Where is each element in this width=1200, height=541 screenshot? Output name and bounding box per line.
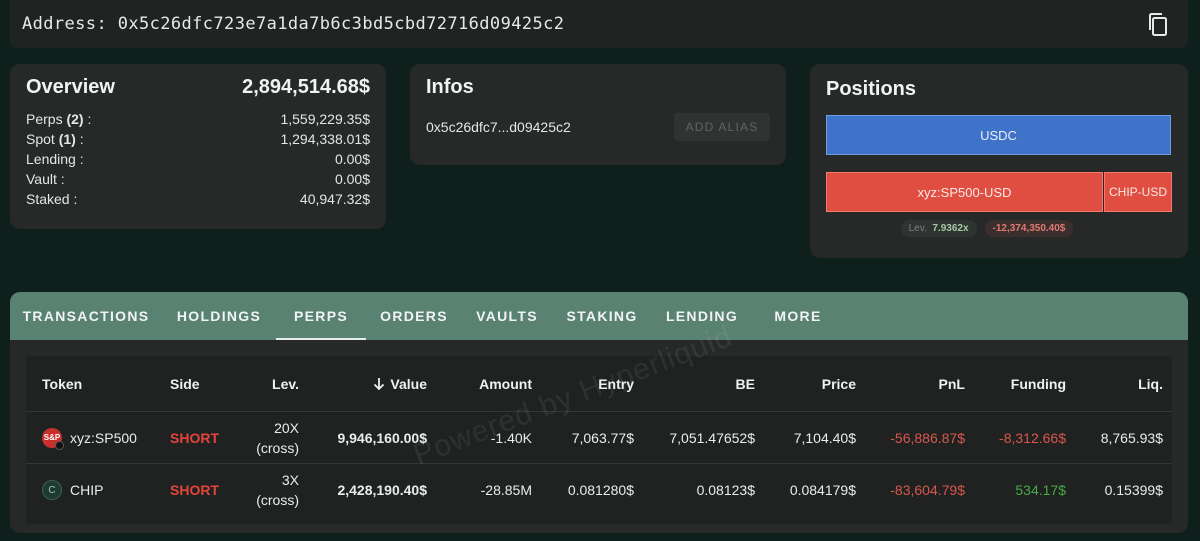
- positions-card: Positions USDC xyz:SP500-USD CHIP-USD Le…: [810, 64, 1188, 258]
- overview-row-perps: Perps (2) : 1,559,229.35$: [26, 111, 370, 127]
- add-alias-button[interactable]: ADD ALIAS: [674, 113, 770, 141]
- header-side[interactable]: Side: [170, 376, 200, 392]
- pnl-badge: -12,374,350.40$: [984, 220, 1074, 237]
- chip-token-icon: C: [42, 480, 62, 500]
- token-cell: C CHIP: [42, 480, 103, 500]
- funding-cell: -8,312.66$: [999, 429, 1066, 446]
- side-cell: SHORT: [170, 482, 219, 498]
- position-sp500-bar[interactable]: xyz:SP500-USD: [826, 172, 1103, 212]
- tab-more[interactable]: MORE: [752, 292, 844, 340]
- short-address: 0x5c26dfc7...d09425c2: [426, 119, 571, 135]
- token-cell: S&P xyz:SP500: [42, 427, 137, 450]
- position-usdc-bar[interactable]: USDC: [826, 115, 1171, 155]
- amount-cell: -1.40K: [490, 429, 532, 446]
- sp500-token-icon: S&P: [42, 427, 64, 450]
- tab-staking[interactable]: STAKING: [552, 292, 652, 340]
- tab-orders[interactable]: ORDERS: [366, 292, 462, 340]
- header-liq[interactable]: Liq.: [1138, 376, 1163, 392]
- tab-bar: TRANSACTIONS HOLDINGS PERPS ORDERS VAULT…: [10, 292, 1188, 340]
- infos-title: Infos: [426, 76, 474, 98]
- header-value[interactable]: Value: [372, 376, 427, 392]
- entry-cell: 7,063.77$: [571, 429, 634, 446]
- overview-value: 0.00$: [334, 151, 370, 167]
- sort-down-icon: [374, 377, 385, 390]
- token-name[interactable]: CHIP: [70, 482, 103, 498]
- address-bar: Address: 0x5c26dfc723e7a1da7b6c3bd5cbd72…: [10, 0, 1188, 48]
- leverage-badge: Lev. 7.9362x: [900, 220, 977, 237]
- pnl-cell: -56,886.87$: [890, 429, 965, 446]
- overview-row-staked: Staked : 40,947.32$: [26, 191, 370, 207]
- tab-holdings[interactable]: HOLDINGS: [162, 292, 276, 340]
- header-token[interactable]: Token: [42, 376, 82, 392]
- infos-card: Infos 0x5c26dfc7...d09425c2 ADD ALIAS: [410, 64, 786, 165]
- value-cell: 9,946,160.00$: [337, 429, 427, 446]
- header-amount[interactable]: Amount: [479, 376, 532, 392]
- position-chip-bar[interactable]: CHIP-USD: [1104, 172, 1172, 212]
- tab-transactions[interactable]: TRANSACTIONS: [10, 292, 162, 340]
- tab-vaults[interactable]: VAULTS: [462, 292, 552, 340]
- header-funding[interactable]: Funding: [1011, 376, 1066, 392]
- address-text: Address: 0x5c26dfc723e7a1da7b6c3bd5cbd72…: [22, 14, 565, 34]
- price-cell: 7,104.40$: [793, 429, 856, 446]
- overview-total: 2,894,514.68$: [242, 76, 370, 98]
- value-cell: 2,428,190.40$: [337, 482, 427, 498]
- overview-value: 1,559,229.35$: [280, 111, 370, 127]
- overview-value: 40,947.32$: [299, 191, 370, 207]
- liq-cell: 0.15399$: [1104, 482, 1163, 498]
- tab-perps[interactable]: PERPS: [276, 292, 366, 340]
- positions-table-card: TRANSACTIONS HOLDINGS PERPS ORDERS VAULT…: [10, 292, 1188, 533]
- overview-row-vault: Vault : 0.00$: [26, 171, 370, 187]
- header-lev[interactable]: Lev.: [272, 376, 299, 392]
- overview-row-spot: Spot (1) : 1,294,338.01$: [26, 131, 370, 147]
- overview-card: Overview 2,894,514.68$ Perps (2) : 1,559…: [10, 64, 386, 229]
- header-price[interactable]: Price: [822, 376, 856, 392]
- copy-icon[interactable]: [1146, 12, 1170, 38]
- funding-cell: 534.17$: [1015, 482, 1066, 498]
- header-pnl[interactable]: PnL: [939, 376, 965, 392]
- overview-value: 1,294,338.01$: [280, 131, 370, 147]
- liq-cell: 8,765.93$: [1100, 429, 1163, 446]
- overview-title: Overview: [26, 76, 115, 98]
- entry-cell: 0.081280$: [567, 482, 634, 498]
- perps-table: Token Side Lev. Value Amount Entry BE Pr…: [26, 356, 1172, 524]
- header-entry[interactable]: Entry: [598, 376, 634, 392]
- positions-title: Positions: [826, 78, 917, 100]
- price-cell: 0.084179$: [789, 482, 856, 498]
- lev-cell: 3X (cross): [256, 472, 299, 508]
- overview-value: 0.00$: [334, 171, 370, 187]
- token-name[interactable]: xyz:SP500: [70, 430, 137, 446]
- amount-cell: -28.85M: [480, 482, 532, 498]
- table-row[interactable]: S&P xyz:SP500 SHORT 20X (cross) 9,946,160…: [26, 412, 1172, 464]
- header-be[interactable]: BE: [736, 376, 755, 392]
- table-row[interactable]: C CHIP SHORT 3X (cross) 2,428,190.40$ -28…: [26, 464, 1172, 516]
- be-cell: 7,051.47652$: [669, 429, 755, 446]
- overview-row-lending: Lending : 0.00$: [26, 151, 370, 167]
- lev-cell: 20X (cross): [256, 419, 299, 456]
- side-cell: SHORT: [170, 429, 219, 446]
- be-cell: 0.08123$: [696, 482, 755, 498]
- table-header-row: Token Side Lev. Value Amount Entry BE Pr…: [26, 356, 1172, 412]
- tab-lending[interactable]: LENDING: [652, 292, 752, 340]
- pnl-cell: -83,604.79$: [890, 482, 965, 498]
